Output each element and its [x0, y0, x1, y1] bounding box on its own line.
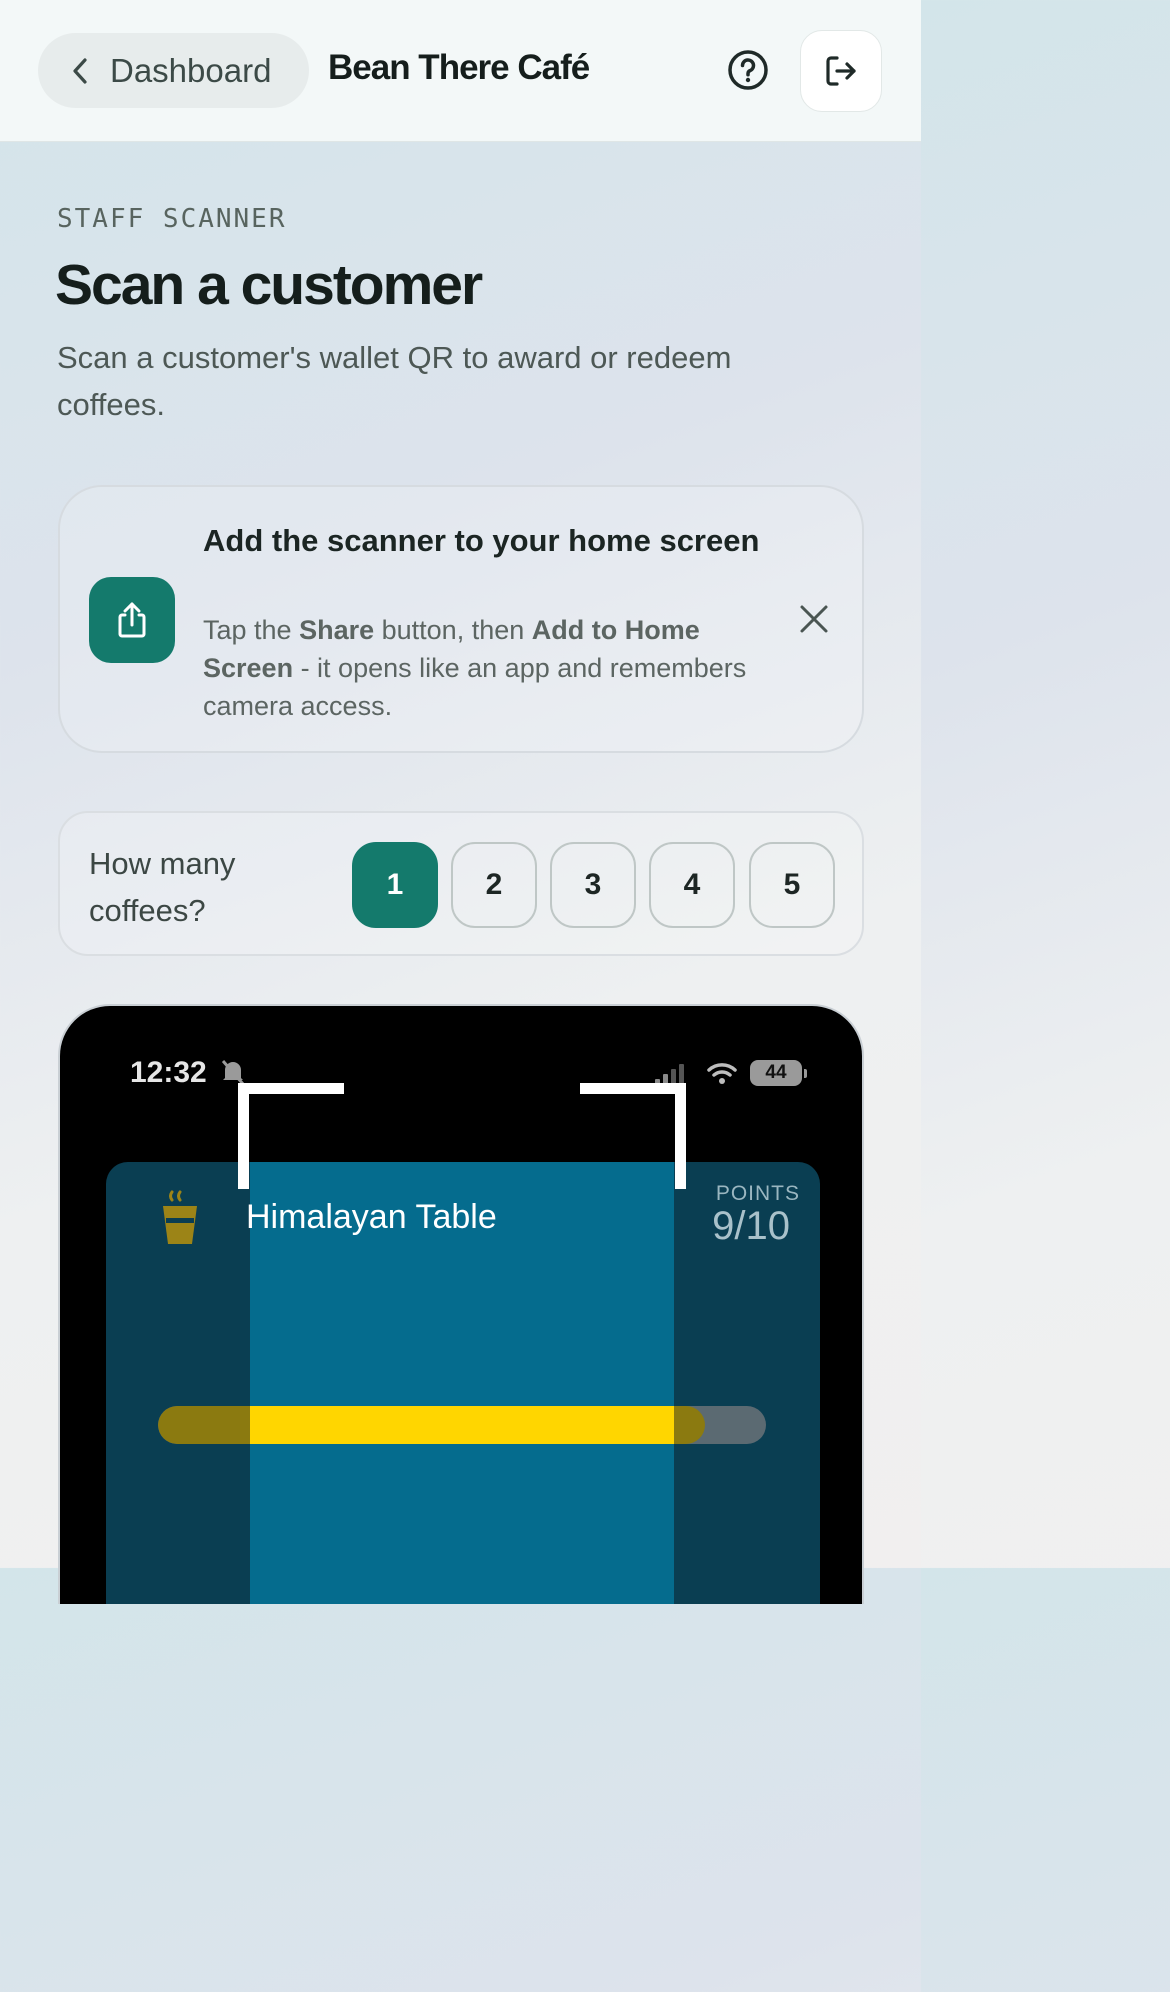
- scan-frame-corner-top-right: [580, 1083, 686, 1189]
- coffee-count-selector: How many coffees? 1 2 3 4 5: [58, 811, 864, 956]
- page-title: Scan a customer: [55, 253, 483, 317]
- camera-status-time: 12:32: [130, 1056, 207, 1089]
- chevron-left-icon: [73, 57, 87, 84]
- points-label: POINTS: [715, 1182, 800, 1205]
- top-bar: Dashboard Bean There Café: [0, 0, 921, 142]
- coffee-count-label: How many coffees?: [89, 846, 236, 928]
- coffee-count-option-4[interactable]: 4: [649, 842, 735, 928]
- page-subtitle: Scan a customer's wallet QR to award or …: [57, 340, 732, 422]
- back-to-dashboard-button[interactable]: Dashboard: [38, 33, 309, 108]
- share-icon-tile: [89, 577, 175, 663]
- help-circle-icon[interactable]: [726, 48, 770, 92]
- tip-share-emphasis: Share: [299, 615, 375, 645]
- section-eyebrow: STAFF SCANNER: [57, 204, 287, 234]
- points-progress-bar: [158, 1406, 766, 1444]
- tip-body-text: button, then: [374, 615, 532, 645]
- battery-indicator: 44: [750, 1060, 807, 1086]
- bell-muted-icon: [221, 1060, 245, 1085]
- back-button-label: Dashboard: [110, 51, 272, 89]
- coffee-count-option-1[interactable]: 1: [352, 842, 438, 928]
- add-to-home-screen-tip: Add the scanner to your home screen Tap …: [58, 485, 864, 753]
- close-icon[interactable]: [798, 603, 830, 635]
- coffee-count-option-2[interactable]: 2: [451, 842, 537, 928]
- logout-button[interactable]: [800, 30, 882, 112]
- camera-viewfinder[interactable]: 12:32 44 Himalayan Table POINTS 9/10: [58, 1004, 864, 1604]
- coffee-count-option-5[interactable]: 5: [749, 842, 835, 928]
- cafe-name: Bean There Café: [328, 48, 590, 87]
- wifi-icon: [707, 1063, 737, 1084]
- tip-body: Tap the Share button, then Add to Home S…: [203, 611, 763, 725]
- wallet-pass-name: Himalayan Table: [246, 1198, 497, 1236]
- coffee-count-option-3[interactable]: 3: [550, 842, 636, 928]
- share-icon: [118, 602, 146, 638]
- tip-body-text: Tap the: [203, 615, 300, 645]
- tip-title: Add the scanner to your home screen: [203, 523, 760, 558]
- logout-icon: [826, 56, 856, 86]
- scan-frame-corner-top-left: [238, 1083, 344, 1189]
- points-progress-fill-highlight: [250, 1406, 674, 1444]
- coffee-cup-icon: [163, 1190, 197, 1244]
- points-value: 9/10: [712, 1204, 790, 1248]
